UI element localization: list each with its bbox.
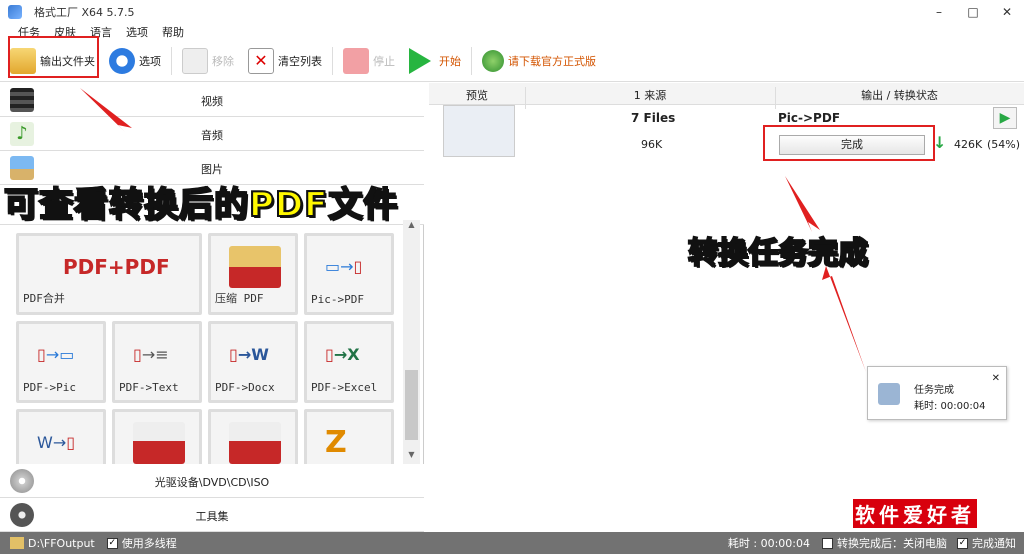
watermark: 软件爱好者 (853, 493, 1003, 529)
notification-elapsed: 耗时: 00:00:04 (914, 401, 986, 412)
tile-pdf-to-excel[interactable]: ▯→X PDF->Excel (304, 321, 394, 403)
column-source[interactable]: 1 来源 (525, 87, 775, 103)
scroll-thumb[interactable] (405, 370, 418, 440)
pic-to-pdf-icon: ▭→▯ (325, 257, 363, 276)
tile-word-to-pdf[interactable]: W→▯ (16, 409, 106, 469)
output-folder-highlight (8, 36, 99, 78)
output-path[interactable]: D:\FFOutput (28, 537, 95, 550)
completion-notification: 任务完成 耗时: 00:00:04 ✕ (867, 366, 1007, 420)
tile-zip[interactable]: Z (304, 409, 394, 469)
scroll-up-icon[interactable]: ▲ (403, 220, 420, 234)
options-icon (109, 47, 135, 74)
menu-bar: 任务 皮肤 语言 选项 帮助 (0, 24, 1024, 40)
start-button[interactable]: 开始 (405, 43, 465, 79)
download-arrow-icon: ↓ (933, 133, 947, 152)
conversion-type: Pic->PDF (778, 111, 841, 125)
compression-ratio: (54%) (987, 138, 1021, 151)
tile-compress-pdf[interactable]: 压缩 PDF (208, 233, 298, 315)
pdf-merge-icon: PDF+PDF (63, 255, 170, 279)
toolbar-divider (471, 46, 472, 75)
tile-pdf-merge[interactable]: PDF+PDF PDF合并 (16, 233, 202, 315)
zip-icon: Z (325, 425, 347, 460)
clear-list-icon: ✕ (248, 47, 274, 74)
stop-icon (343, 47, 369, 74)
word-to-pdf-icon: W→▯ (37, 433, 76, 452)
status-bar: D:\FFOutput ✓ 使用多线程 耗时 : 00:00:04 转换完成后：… (0, 532, 1024, 554)
task-panel: 预览 1 来源 输出 / 转换状态 7 Files 96K Pic->PDF 完… (429, 83, 1024, 532)
notify-checkbox[interactable]: ✓ (957, 537, 968, 549)
source-size: 96K (641, 138, 663, 151)
pdf-to-pic-icon: ▯→▭ (37, 345, 75, 364)
category-panel: 视频 ♪ 音频 图片 可查看转换后的PDF文件 PDF+PDF PDF合并 压缩… (0, 83, 424, 532)
source-file-count: 7 Files (631, 111, 676, 125)
pdf-lock-icon (229, 422, 281, 464)
menu-options[interactable]: 选项 (126, 24, 148, 40)
stop-button[interactable]: 停止 (339, 43, 399, 79)
close-button[interactable]: ✕ (990, 0, 1024, 24)
pdf-to-text-icon: ▯→≡ (133, 345, 169, 364)
output-size: 426K (954, 138, 983, 151)
tile-pdf-to-docx[interactable]: ▯→W PDF->Docx (208, 321, 298, 403)
pdf-unlock-icon (133, 422, 185, 464)
category-video[interactable]: 视频 (0, 83, 424, 117)
folder-icon (10, 537, 24, 549)
pdf-to-word-icon: ▯→W (229, 345, 269, 364)
multithread-checkbox[interactable]: ✓ (106, 537, 118, 549)
pdf-to-excel-icon: ▯→X (325, 345, 360, 364)
download-official-button[interactable]: 请下载官方正式版 (478, 43, 600, 79)
task-preview-thumbnail (443, 105, 515, 157)
column-preview[interactable]: 预览 (429, 87, 525, 103)
elapsed-time: 耗时 : 00:00:04 (727, 537, 810, 550)
notification-icon (878, 383, 900, 405)
maximize-button[interactable]: □ (956, 0, 990, 24)
status-highlight (763, 125, 935, 161)
document-icon (182, 47, 208, 74)
pdf-archive-icon (229, 246, 281, 288)
category-audio[interactable]: ♪ 音频 (0, 117, 424, 151)
shutdown-label: 转换完成后：关闭电脑 (837, 537, 947, 550)
tile-pdf-encrypt[interactable] (208, 409, 298, 469)
tile-pdf-to-text[interactable]: ▯→≡ PDF->Text (112, 321, 202, 403)
toolbar-divider (332, 46, 333, 75)
watermark-text: 软件爱好者 (853, 499, 977, 528)
toolbar-divider (171, 46, 172, 75)
minimize-button[interactable]: – (922, 0, 956, 24)
clear-list-button[interactable]: ✕ 清空列表 (244, 43, 326, 79)
notify-label: 完成通知 (972, 537, 1016, 550)
column-output-status[interactable]: 输出 / 转换状态 (775, 87, 1024, 103)
notification-title: 任务完成 (914, 385, 954, 396)
play-icon (409, 47, 431, 74)
app-icon (8, 5, 22, 19)
window-title: 格式工厂 X64 5.7.5 (34, 6, 135, 19)
task-complete-annotation: 转换任务完成 (687, 235, 869, 272)
title-bar: 格式工厂 X64 5.7.5 – □ ✕ (0, 0, 1024, 24)
multithread-label: 使用多线程 (121, 537, 177, 550)
tile-pdf-decrypt[interactable] (112, 409, 202, 469)
pdf-tool-grid: PDF+PDF PDF合并 压缩 PDF ▭→▯ Pic->PDF ▯→▭ PD… (16, 233, 408, 469)
scroll-down-icon[interactable]: ▼ (403, 450, 420, 464)
remove-button[interactable]: 移除 (178, 43, 238, 79)
pdf-annotation-text: 可查看转换后的PDF文件 (3, 184, 399, 226)
tile-pdf-to-pic[interactable]: ▯→▭ PDF->Pic (16, 321, 106, 403)
close-icon[interactable]: ✕ (992, 373, 1000, 384)
tool-grid-scrollbar[interactable]: ▲ ▼ (403, 220, 420, 464)
play-output-button[interactable]: ▶ (993, 107, 1017, 129)
task-list-header: 预览 1 来源 输出 / 转换状态 (429, 83, 1024, 109)
menu-help[interactable]: 帮助 (162, 24, 184, 40)
category-toolbox[interactable]: 工具集 (0, 498, 424, 532)
tile-pic-to-pdf[interactable]: ▭→▯ Pic->PDF (304, 233, 394, 315)
options-button[interactable]: 选项 (105, 43, 165, 79)
globe-icon (482, 49, 504, 72)
category-optical[interactable]: 光驱设备\DVD\CD\ISO (0, 464, 424, 498)
toolbar: 输出文件夹 选项 移除 ✕ 清空列表 停止 开始 请下载官方正式版 (0, 40, 1024, 82)
shutdown-checkbox[interactable] (822, 537, 833, 549)
